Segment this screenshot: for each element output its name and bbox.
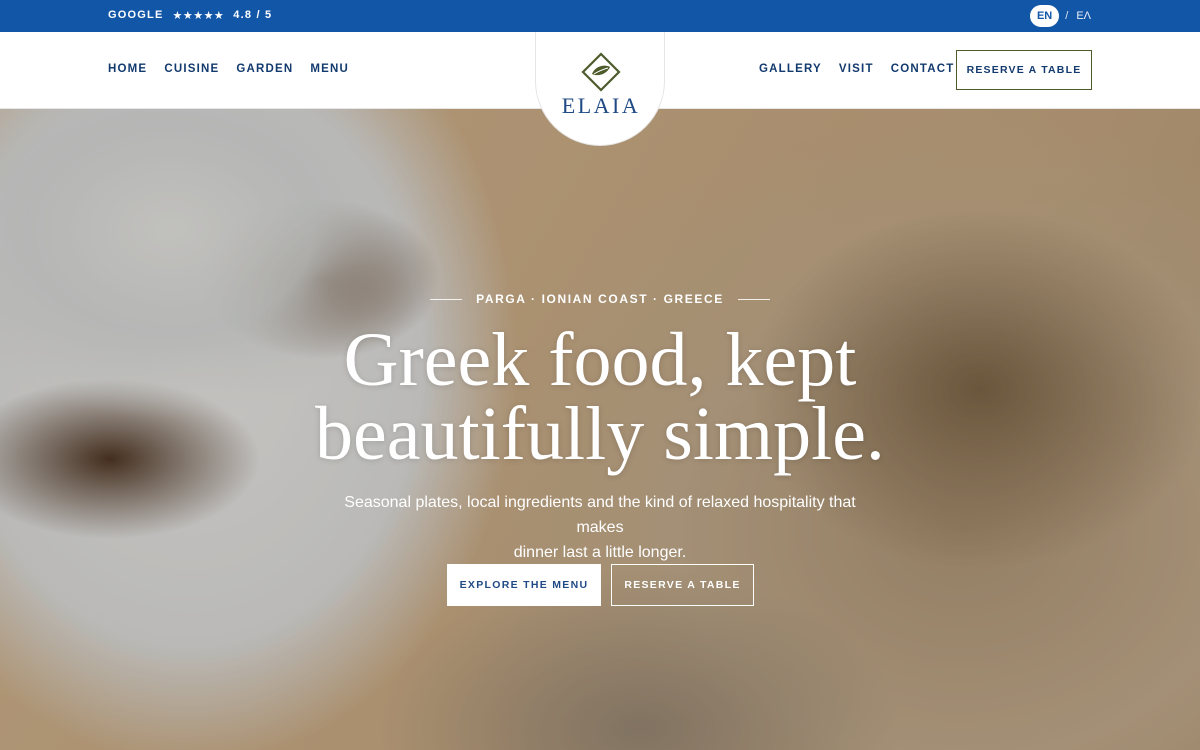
nav-menu[interactable]: MENU	[310, 63, 349, 75]
nav-contact[interactable]: CONTACT	[891, 63, 955, 75]
hero-headline: Greek food, kept beautifully simple.	[0, 322, 1200, 472]
top-bar: GOOGLE ★★★★★ 4.8 / 5 EN / ΕΛ	[0, 0, 1200, 32]
explore-menu-button[interactable]: EXPLORE THE MENU	[447, 564, 601, 606]
language-en-button[interactable]: EN	[1029, 5, 1060, 27]
nav-left: HOME CUISINE GARDEN MENU	[108, 63, 349, 75]
nav-gallery[interactable]: GALLERY	[759, 63, 822, 75]
google-rating: GOOGLE ★★★★★ 4.8 / 5	[108, 9, 272, 22]
nav-right: GALLERY VISIT CONTACT	[759, 63, 954, 75]
language-el-button[interactable]: ΕΛ	[1074, 6, 1093, 26]
kicker-line-left	[430, 298, 463, 300]
subtitle-line-1: Seasonal plates, local ingredients and t…	[344, 494, 856, 536]
reserve-table-hero-button[interactable]: RESERVE A TABLE	[611, 564, 754, 606]
hero-location-kicker: PARGA · IONIAN COAST · GREECE	[0, 292, 1200, 306]
language-switcher: EN / ΕΛ	[1029, 5, 1093, 27]
headline-line-1: Greek food, kept	[343, 318, 857, 402]
kicker-line-right	[737, 298, 770, 300]
subtitle-line-2: dinner last a little longer.	[513, 544, 687, 561]
hero-subtitle: Seasonal plates, local ingredients and t…	[320, 490, 880, 565]
reserve-table-header-button[interactable]: RESERVE A TABLE	[956, 50, 1092, 90]
nav-home[interactable]: HOME	[108, 63, 147, 75]
headline-line-2: beautifully simple.	[315, 392, 885, 476]
nav-visit[interactable]: VISIT	[839, 63, 874, 75]
language-separator: /	[1065, 10, 1069, 22]
olive-leaf-diamond-icon	[581, 52, 621, 92]
nav-garden[interactable]: GARDEN	[236, 63, 293, 75]
hero-section: PARGA · IONIAN COAST · GREECE Greek food…	[0, 109, 1200, 750]
logo-wordmark: ELAIA	[561, 93, 641, 118]
rating-score: 4.8 / 5	[233, 9, 273, 21]
rating-stars: ★★★★★	[172, 10, 225, 22]
nav-cuisine[interactable]: CUISINE	[164, 63, 219, 75]
rating-source: GOOGLE	[108, 9, 164, 21]
kicker-text: PARGA · IONIAN COAST · GREECE	[476, 292, 724, 306]
